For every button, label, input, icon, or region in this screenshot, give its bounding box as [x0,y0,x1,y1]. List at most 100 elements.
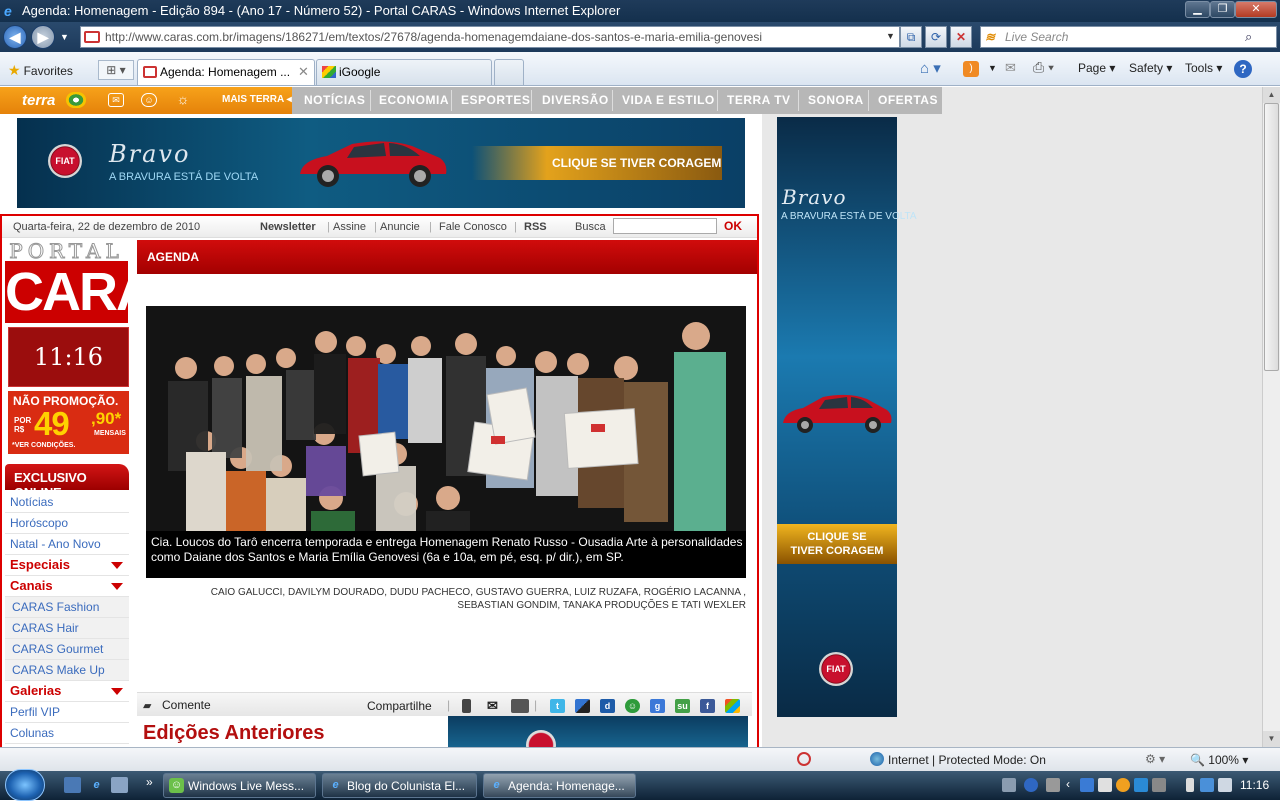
menu-item-colunas[interactable]: Colunas [5,723,129,744]
portal-caras-logo[interactable]: PORTAL CARAS [5,241,189,323]
stop-button[interactable]: ✕ [950,26,972,48]
nav-vida-e-estilo[interactable]: VIDA E ESTILO [622,93,715,107]
task-blog-do-colunista[interactable]: e Blog do Colunista El... [322,773,477,798]
windows-icon[interactable] [725,699,740,713]
battery-icon[interactable] [1186,778,1194,792]
page-scrollbar[interactable]: ▲ ▼ [1262,87,1280,747]
sky-cta[interactable]: CLIQUE SE TIVER CORAGEM [777,524,897,564]
delicious-icon[interactable] [575,699,590,713]
nav-economia[interactable]: ECONOMIA [379,93,449,107]
previous-editions-heading[interactable]: Edições Anteriores [143,722,325,745]
newsletter-link[interactable]: Newsletter [260,221,316,233]
stumbleupon-icon[interactable]: su [675,699,690,713]
nav-ofertas[interactable]: OFERTAS [878,93,938,107]
menu-item-caras-hair[interactable]: CARAS Hair [5,618,129,639]
forward-button[interactable]: ▶ [31,25,55,49]
chevron-down-icon[interactable]: ▼ [988,63,997,73]
menu-item-caras-gourmet[interactable]: CARAS Gourmet [5,639,129,660]
back-button[interactable]: ◀ [3,25,27,49]
maximize-button[interactable]: ❐ [1210,1,1235,18]
favorites-button[interactable]: ★ Favorites [8,62,73,79]
scroll-down-icon[interactable]: ▼ [1263,731,1280,747]
zoom-level[interactable]: 🔍 100% ▾ [1190,753,1248,767]
mais-terra-button[interactable]: MAIS TERRA ◂ [222,94,292,105]
chat-icon[interactable]: ☺ [141,93,157,107]
promo-ad[interactable]: NÃO PROMOÇÃO. POR R$ 49 ,90* MENSAIS *VE… [8,391,129,454]
mail-icon[interactable]: ✉ [1005,60,1016,76]
google-icon[interactable]: g [650,699,665,713]
network-icon[interactable] [1200,778,1214,792]
quick-tabs-button[interactable]: ⊞ ▾ [98,60,134,80]
safety-menu[interactable]: Safety ▾ [1129,61,1172,75]
twitter-icon[interactable]: t [550,699,565,713]
nav-terra-tv[interactable]: TERRA TV [727,93,791,107]
fale-conosco-link[interactable]: Fale Conosco [439,221,507,233]
anuncie-link[interactable]: Anuncie [380,221,420,233]
refresh-button[interactable]: ⟳ [925,26,947,48]
chevron-down-icon[interactable]: ▼ [886,31,895,41]
tools-menu[interactable]: Tools ▾ [1185,61,1222,75]
tray-app-icon[interactable] [1134,778,1148,792]
menu-item-horoscopo[interactable]: Horóscopo [5,513,129,534]
mobile-icon[interactable] [462,699,471,713]
show-hidden-icons[interactable]: ‹ [1066,777,1070,791]
scrollbar-thumb[interactable] [1264,103,1279,371]
weather-icon[interactable]: ☼ [175,92,191,107]
network-icon[interactable] [1046,778,1060,792]
facebook-icon[interactable]: f [700,699,715,713]
busca-input[interactable] [613,218,717,234]
chat-icon[interactable]: ☺ [625,699,640,713]
tab-agenda[interactable]: Agenda: Homenagem ... ✕ [137,59,315,85]
email-icon[interactable]: ✉ [485,699,500,713]
task-windows-live-messenger[interactable]: ☺ Windows Live Mess... [163,773,316,798]
comente-link[interactable]: Comente [162,698,211,712]
show-desktop-icon[interactable] [64,777,81,793]
page-menu[interactable]: Page ▾ [1078,61,1115,75]
tray-app-icon[interactable] [1152,778,1166,792]
menu-item-natal-ano-novo[interactable]: Natal - Ano Novo [5,534,129,555]
menu-item-caras-fashion[interactable]: CARAS Fashion [5,597,129,618]
home-icon[interactable]: ⌂ ▾ [920,59,941,77]
menu-header-galerias[interactable]: Galerias [5,681,129,702]
taskbar-clock[interactable]: 11:16 [1240,778,1269,792]
menu-header-canais[interactable]: Canais [5,576,129,597]
feeds-icon[interactable]: ) [963,61,979,77]
keyboard-icon[interactable] [1002,778,1016,792]
print-icon[interactable] [511,699,529,713]
minimize-button[interactable]: ▁ [1185,1,1210,18]
menu-item-noticias[interactable]: Notícias [5,492,129,513]
nav-sonora[interactable]: SONORA [808,93,864,107]
nav-noticias[interactable]: NOTÍCIAS [304,93,365,107]
privacy-report-icon[interactable] [797,752,811,766]
menu-item-perfil-vip[interactable]: Perfil VIP [5,702,129,723]
switch-windows-icon[interactable] [111,777,128,793]
digg-icon[interactable]: d [600,699,615,713]
start-button[interactable] [5,769,45,801]
busca-ok-button[interactable]: OK [724,219,742,233]
assine-link[interactable]: Assine [333,221,366,233]
tray-app-icon[interactable] [1080,778,1094,792]
menu-item-caras-make-up[interactable]: CARAS Make Up [5,660,129,681]
scroll-up-icon[interactable]: ▲ [1263,87,1280,103]
recent-pages-dropdown[interactable]: ▼ [60,32,69,42]
security-zone[interactable]: Internet | Protected Mode: On [888,753,1046,767]
tools-arrow-icon[interactable]: ⚙ ▾ [1145,752,1165,766]
help-icon[interactable]: ? [1234,60,1252,78]
compatibility-view-button[interactable]: ⧉ [900,26,922,48]
ie-icon[interactable]: e [88,777,105,793]
new-tab-button[interactable] [494,59,524,85]
fiat-bravo-skyscraper-ad[interactable]: Bravo A BRAVURA ESTÁ DE VOLTA CLIQUE SE … [777,117,917,717]
close-tab-icon[interactable]: ✕ [298,64,309,80]
help-icon[interactable] [1024,778,1038,792]
volume-icon[interactable] [1218,778,1232,792]
print-icon[interactable]: ⎙ ▾ [1033,59,1054,76]
close-window-button[interactable]: ✕ [1235,1,1277,18]
bottom-banner-ad[interactable] [448,716,748,747]
quicklaunch-more-icon[interactable]: » [146,775,153,789]
mail-icon[interactable]: ✉ [108,93,124,107]
nav-esportes[interactable]: ESPORTES [461,93,530,107]
tray-app-icon[interactable] [1116,778,1130,792]
tab-igoogle[interactable]: iGoogle [316,59,492,85]
live-search-input[interactable]: ≋ Live Search ⌕ [980,26,1277,48]
banner-cta[interactable]: CLIQUE SE TIVER CORAGEM [552,156,721,170]
